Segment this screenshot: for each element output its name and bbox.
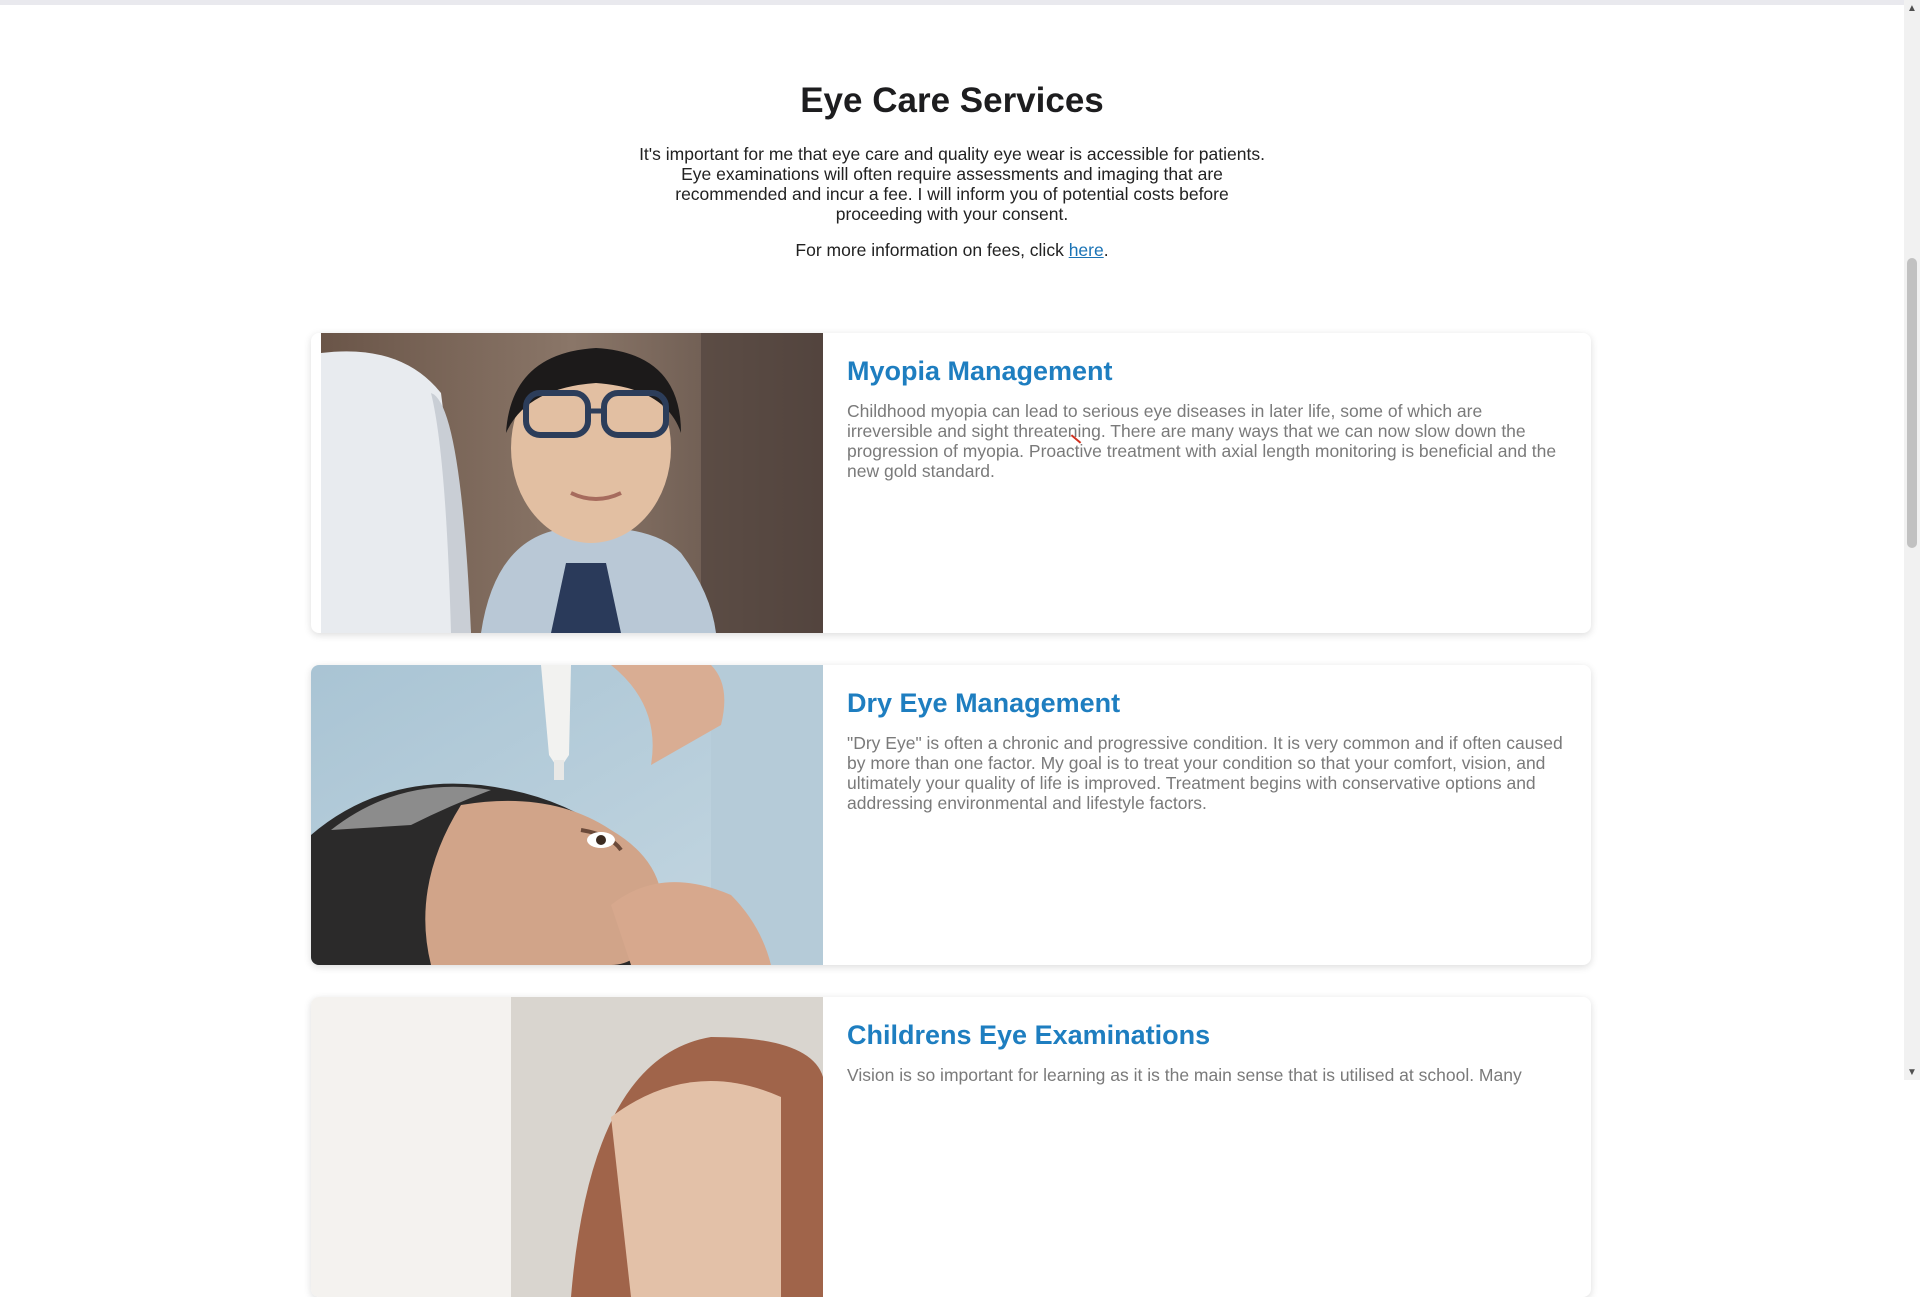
intro-paragraph: It's important for me that eye care and … [620, 144, 1284, 224]
fees-link[interactable]: here [1069, 240, 1104, 260]
service-card-body: Childrens Eye Examinations Vision is so … [847, 1019, 1569, 1085]
service-card-body: Dry Eye Management "Dry Eye" is often a … [847, 687, 1569, 813]
service-description: Childhood myopia can lead to serious eye… [847, 401, 1557, 482]
service-title[interactable]: Dry Eye Management [847, 687, 1569, 719]
service-description: Vision is so important for learning as i… [847, 1065, 1522, 1086]
eye-care-intro: Eye Care Services It's important for me … [620, 80, 1284, 260]
intro-line: It's important for me that eye care and … [639, 144, 1265, 164]
service-title[interactable]: Myopia Management [847, 355, 1569, 387]
boy-with-glasses-photo [321, 333, 823, 633]
fee-info-period: . [1103, 240, 1109, 260]
service-description: "Dry Eye" is often a chronic and progres… [847, 733, 1563, 814]
scroll-down-arrow-icon[interactable]: ▼ [1904, 1064, 1920, 1080]
intro-line: recommended and incur a fee. I will info… [675, 184, 1229, 204]
intro-line: proceeding with your consent. [835, 204, 1069, 224]
service-card-childrens-exams: Childrens Eye Examinations Vision is so … [311, 997, 1591, 1297]
scrollbar-thumb[interactable] [1907, 258, 1917, 548]
service-card-body: Myopia Management Childhood myopia can l… [847, 355, 1569, 481]
service-card-dry-eye: Dry Eye Management "Dry Eye" is often a … [311, 665, 1591, 965]
scroll-up-arrow-icon[interactable]: ▲ [1904, 0, 1920, 16]
fee-info-line: For more information on fees, click here… [620, 240, 1284, 260]
page-title: Eye Care Services [800, 81, 1104, 120]
service-card-myopia: Myopia Management Childhood myopia can l… [311, 333, 1591, 633]
child-eye-exam-photo [311, 997, 823, 1297]
intro-line: Eye examinations will often require asse… [681, 164, 1223, 184]
top-edge-strip [0, 0, 1904, 5]
vertical-scrollbar[interactable]: ▲ ▼ [1904, 0, 1920, 1080]
man-applying-eye-drops-photo [311, 665, 823, 965]
service-title[interactable]: Childrens Eye Examinations [847, 1019, 1569, 1051]
fee-info-text: For more information on fees, click [795, 240, 1069, 260]
